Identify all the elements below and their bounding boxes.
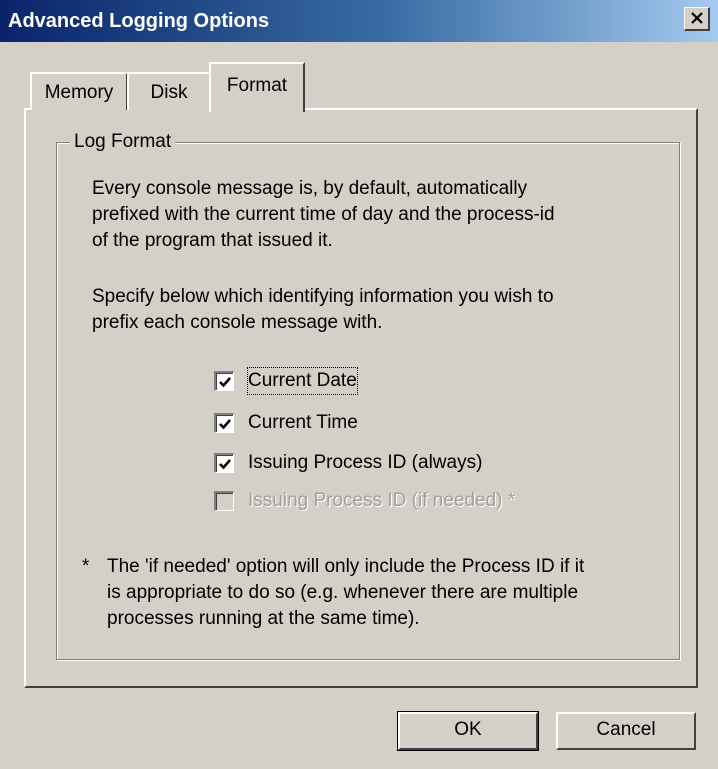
footnote-line: The 'if needed' option will only include… [107, 556, 585, 577]
window-title: Advanced Logging Options [8, 10, 270, 32]
cancel-button-label: Cancel [596, 719, 656, 740]
current-date-label[interactable]: Current Date [247, 367, 358, 395]
tab-format-label: Format [226, 75, 288, 96]
ok-button-label: OK [454, 719, 482, 740]
tab-format[interactable]: Format [209, 62, 305, 112]
description-text: Every console message is, by default, au… [92, 176, 555, 254]
checkmark-icon [219, 459, 231, 470]
cancel-button[interactable]: Cancel [556, 712, 696, 750]
tab-memory-label: Memory [44, 82, 114, 103]
current-time-checkbox[interactable] [214, 413, 234, 433]
tab-memory[interactable]: Memory [30, 72, 128, 110]
process-id-always-label[interactable]: Issuing Process ID (always) [248, 450, 482, 476]
footnote-line: processes running at the same time). [107, 608, 420, 629]
checkmark-icon [219, 377, 231, 388]
current-date-checkbox[interactable] [214, 371, 234, 391]
footnote-text: The 'if needed' option will only include… [107, 554, 584, 632]
instruction-line: prefix each console message with. [92, 312, 383, 333]
process-id-if-needed-checkbox [214, 491, 234, 511]
description-line: Every console message is, by default, au… [92, 178, 528, 199]
description-line: of the program that issued it. [92, 230, 333, 251]
groupbox-title: Log Format [70, 130, 176, 154]
close-icon [691, 12, 703, 24]
footnote-line: is appropriate to do so (e.g. whenever t… [107, 582, 579, 603]
description-line: prefixed with the current time of day an… [92, 204, 555, 225]
checkmark-icon [219, 419, 231, 430]
tab-disk-label: Disk [150, 82, 188, 103]
process-id-if-needed-label: Issuing Process ID (if needed) * [248, 490, 516, 511]
instruction-line: Specify below which identifying informat… [92, 286, 554, 307]
ok-button[interactable]: OK [397, 711, 539, 751]
current-time-label[interactable]: Current Time [248, 410, 358, 436]
instruction-text: Specify below which identifying informat… [92, 284, 554, 336]
process-id-always-checkbox[interactable] [214, 453, 234, 473]
footnote-marker: * [82, 556, 90, 577]
tab-disk[interactable]: Disk [127, 72, 211, 110]
close-button[interactable] [684, 7, 710, 31]
title-bar[interactable]: Advanced Logging Options [0, 0, 718, 42]
